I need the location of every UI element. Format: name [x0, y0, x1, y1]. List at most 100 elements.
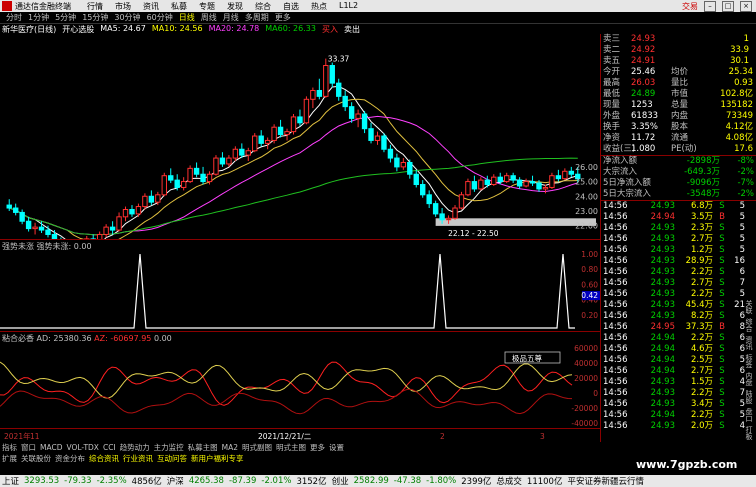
signal-indicator-chart[interactable]: 1.000.800.600.400.200.42 [0, 250, 600, 330]
side-tab[interactable]: 打板 [744, 426, 753, 440]
quote-value: 24.89 [631, 89, 656, 99]
menu-item[interactable]: 行情 [87, 1, 103, 12]
index-name[interactable]: 沪深 [167, 475, 184, 487]
tick-flag: S [719, 267, 725, 277]
period-tab[interactable]: 更多 [275, 12, 291, 23]
index-percent: -2.35% [96, 476, 127, 486]
quote-label-2: 市值 [671, 89, 689, 99]
menu-item[interactable]: 综合 [255, 1, 271, 12]
period-tab[interactable]: 5分钟 [55, 12, 76, 23]
candle [523, 178, 529, 188]
side-tab[interactable]: 盘口 [744, 408, 753, 422]
period-tab[interactable]: 30分钟 [114, 12, 140, 23]
tick-price: 24.94 [650, 355, 675, 365]
side-tab[interactable]: 综合 [744, 318, 753, 332]
indicator-tab[interactable]: 设置 [329, 442, 344, 453]
tick-flag: S [719, 333, 725, 343]
pane3-legend-box[interactable]: 极品五尊 [504, 351, 561, 364]
tick-flag: S [719, 421, 725, 431]
indicator-tab[interactable]: 更多 [310, 442, 325, 453]
ma10-label: MA10: 24.56 [151, 24, 203, 33]
candle [129, 205, 135, 217]
quote-value: 24.92 [631, 45, 656, 55]
candle [239, 143, 245, 159]
minimize-icon[interactable]: – [704, 0, 716, 12]
side-tab[interactable]: 关联 [744, 300, 753, 314]
index-name[interactable]: 上证 [2, 475, 19, 487]
quote-label: 最高 [603, 78, 621, 88]
quote-bar [671, 45, 715, 56]
index-change: -79.33 [64, 476, 92, 486]
maximize-icon[interactable]: □ [722, 0, 734, 12]
period-tab[interactable]: 日线 [179, 12, 195, 23]
trade-button[interactable]: 交易 [682, 1, 698, 12]
quote-volume: 33.9 [730, 45, 749, 55]
tick-time: 14:56 [603, 201, 628, 211]
flow-percent: -8% [737, 156, 754, 166]
menu-item[interactable]: 资讯 [143, 1, 159, 12]
flow-label: 5日净流入额 [603, 178, 651, 188]
period-tab[interactable]: 60分钟 [147, 12, 173, 23]
period-tab[interactable]: 15分钟 [82, 12, 108, 23]
indicator-tab[interactable]: 主力监控 [154, 442, 184, 453]
quote-label: 换手 [603, 122, 621, 132]
tick-list[interactable]: 14:56 24.93 6.8万 S 5 14:56 24.94 3.5万 B 5 14:56 24.… [601, 200, 756, 432]
period-tab[interactable]: 月线 [223, 12, 239, 23]
quote-label-2: 总量 [671, 100, 689, 110]
extension-tab[interactable]: 新用户福利专享 [191, 453, 244, 464]
period-tab[interactable]: 分时 [6, 12, 22, 23]
period-tab[interactable]: 周线 [201, 12, 217, 23]
indicator-tab[interactable]: MA2 [222, 443, 238, 452]
tick-row: 14:56 24.95 37.3万 B 8 [601, 322, 756, 333]
date-tick-label: 3 [540, 432, 545, 441]
indicator-tab[interactable]: 私募主图 [188, 442, 218, 453]
extension-tab[interactable]: 关联股份 [21, 453, 51, 464]
quote-value: 1253 [631, 100, 653, 110]
menu-item[interactable]: 市场 [115, 1, 131, 12]
quote-label: 最低 [603, 89, 621, 99]
flow-value: -649.3万 [684, 167, 720, 177]
candlestick-chart[interactable]: 26.0025.0024.0023.0022.0033.3719.3822.12… [0, 34, 600, 239]
indicator-tab[interactable]: 窗口 [21, 442, 36, 453]
side-tab[interactable]: 标签 [744, 354, 753, 368]
app-title: 通达信金融终端 [15, 1, 71, 11]
extension-tab[interactable]: 互动问答 [157, 453, 187, 464]
indicator-tab[interactable]: MACD [40, 443, 62, 452]
indicator-tab[interactable]: 指标 [2, 442, 17, 453]
candle [264, 137, 271, 150]
tick-volume: 2.7万 [690, 278, 713, 288]
menu-item[interactable]: 私募 [171, 1, 187, 12]
indicator-tab[interactable]: VOL-TDX [66, 443, 98, 452]
side-tab[interactable]: 陆股 [744, 390, 753, 404]
indicator-tab[interactable]: 明式副图 [242, 442, 272, 453]
extension-tab[interactable]: 资金分布 [55, 453, 85, 464]
menu-item[interactable]: 专题 [199, 1, 215, 12]
period-tab[interactable]: 1分钟 [28, 12, 49, 23]
extension-tab[interactable]: 扩展 [2, 453, 17, 464]
menu-item[interactable]: 发现 [227, 1, 243, 12]
side-tab[interactable]: 资讯 [744, 336, 753, 350]
menu-item[interactable]: 热点 [311, 1, 327, 12]
side-tab[interactable]: 内盘 [744, 372, 753, 386]
candle [109, 221, 116, 235]
candle [465, 178, 471, 197]
indicator-tab[interactable]: 趋势动力 [120, 442, 150, 453]
indicator-tab[interactable]: 明式主图 [276, 442, 306, 453]
tick-volume: 2.2万 [690, 410, 713, 420]
tick-count: 8 [739, 322, 745, 332]
close-icon[interactable]: × [740, 0, 752, 12]
tick-flag: S [719, 300, 725, 310]
indicator-tab[interactable]: CCI [103, 443, 116, 452]
index-name[interactable]: 创业 [332, 475, 349, 487]
extension-tab[interactable]: 行业资讯 [123, 453, 153, 464]
extension-tab[interactable]: 综合资讯 [89, 453, 119, 464]
menu-item[interactable]: 自选 [283, 1, 299, 12]
quote-label: 卖三 [603, 34, 621, 44]
menu-item[interactable]: L1L2 [339, 1, 358, 12]
quote-value: 61833 [631, 111, 659, 121]
ad-indicator-chart[interactable]: 60000 40000 20000 0 -20000 -40000 极品五尊 [0, 342, 600, 428]
index-value: 3293.53 [24, 476, 60, 486]
quote-label-2: 量比 [671, 78, 689, 88]
period-tab[interactable]: 多周期 [245, 12, 269, 23]
tick-row: 14:56 24.93 1.5万 S 4 [601, 377, 756, 388]
